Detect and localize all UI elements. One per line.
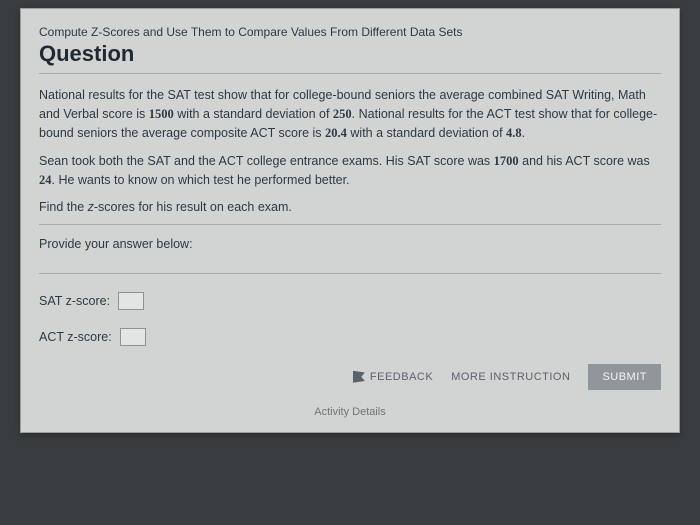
question-card: Compute Z-Scores and Use Them to Compare… bbox=[20, 8, 680, 433]
act-zscore-input[interactable] bbox=[120, 328, 146, 346]
act-zscore-label: ACT z-score: bbox=[39, 330, 112, 344]
act-row: ACT z-score: bbox=[39, 328, 661, 346]
topic-line: Compute Z-Scores and Use Them to Compare… bbox=[39, 25, 661, 39]
feedback-button[interactable]: FEEDBACK bbox=[353, 371, 433, 383]
p2-text-b: and his ACT score was bbox=[519, 154, 650, 168]
sat-zscore-label: SAT z-score: bbox=[39, 294, 110, 308]
find-b: -scores for his result on each exam. bbox=[94, 200, 292, 214]
value-24: 24 bbox=[39, 173, 52, 187]
activity-details-link[interactable]: Activity Details bbox=[39, 406, 661, 418]
find-instruction: Find the z-scores for his result on each… bbox=[39, 200, 661, 225]
p2-text-c: . He wants to know on which test he perf… bbox=[52, 173, 350, 187]
flag-icon bbox=[353, 371, 365, 383]
value-1500: 1500 bbox=[149, 107, 174, 121]
question-heading: Question bbox=[39, 41, 661, 74]
p1-text-e: . bbox=[522, 126, 525, 140]
find-a: Find the bbox=[39, 200, 88, 214]
sat-zscore-input[interactable] bbox=[118, 292, 144, 310]
provide-label: Provide your answer below: bbox=[39, 225, 661, 274]
value-1700: 1700 bbox=[494, 154, 519, 168]
more-instruction-button[interactable]: MORE INSTRUCTION bbox=[451, 371, 570, 383]
button-row: FEEDBACK MORE INSTRUCTION SUBMIT bbox=[39, 364, 661, 390]
p2-text-a: Sean took both the SAT and the ACT colle… bbox=[39, 154, 494, 168]
value-20-4: 20.4 bbox=[325, 126, 347, 140]
p1-text-d: with a standard deviation of bbox=[347, 126, 506, 140]
p1-text-b: with a standard deviation of bbox=[174, 107, 333, 121]
submit-button[interactable]: SUBMIT bbox=[588, 364, 661, 390]
more-instruction-label: MORE INSTRUCTION bbox=[451, 371, 570, 383]
value-250: 250 bbox=[333, 107, 352, 121]
paragraph-1: National results for the SAT test show t… bbox=[39, 86, 661, 142]
paragraph-2: Sean took both the SAT and the ACT colle… bbox=[39, 152, 661, 190]
value-4-8: 4.8 bbox=[506, 126, 522, 140]
feedback-label: FEEDBACK bbox=[370, 371, 433, 383]
sat-row: SAT z-score: bbox=[39, 292, 661, 310]
